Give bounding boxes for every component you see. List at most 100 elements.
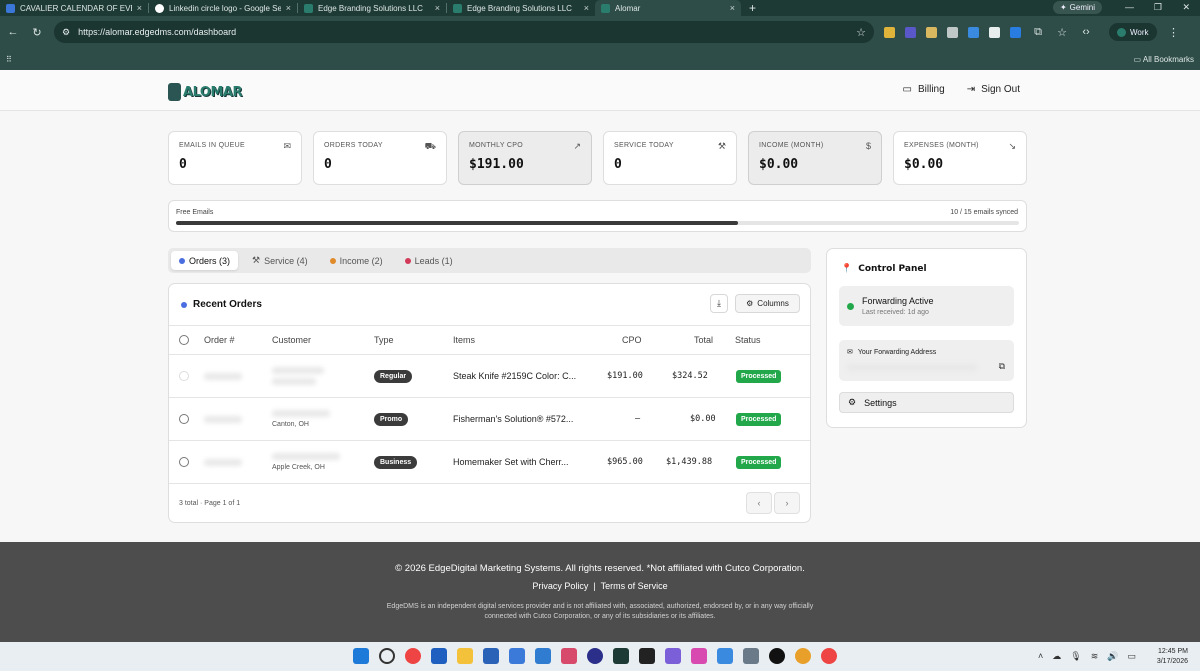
tab-leads[interactable]: Leads (1) <box>397 251 461 270</box>
reload-icon[interactable]: ↻ <box>30 26 44 39</box>
progress-fill <box>176 221 739 225</box>
table-row[interactable]: Apple Creek, OH Business Homemaker Set w… <box>169 441 810 484</box>
header-customer[interactable]: Customer <box>272 326 311 354</box>
battery-icon[interactable]: ▭ <box>1127 651 1136 662</box>
system-clock[interactable]: 12:45 PM 3/17/2026 <box>1157 647 1188 667</box>
row-select-radio[interactable] <box>179 371 189 381</box>
app-icon[interactable] <box>769 648 785 664</box>
store-icon[interactable] <box>483 648 499 664</box>
select-all-radio[interactable] <box>179 335 189 345</box>
header-cpo[interactable]: CPO <box>622 326 642 354</box>
calendar-icon[interactable] <box>509 648 525 664</box>
minimize-icon[interactable]: — <box>1125 2 1134 12</box>
billing-link[interactable]: ▭ Billing <box>903 84 945 95</box>
address-bar[interactable]: ⚙ https://alomar.edgedms.com/dashboard ☆ <box>54 21 874 43</box>
stat-card-emails: EMAILS IN QUEUE ✉ 0 <box>168 131 302 185</box>
extension-icon[interactable] <box>968 26 979 38</box>
extension-icon[interactable] <box>905 26 916 38</box>
tab-income[interactable]: Income (2) <box>322 251 391 270</box>
copy-icon[interactable]: ⧉ <box>999 361 1005 372</box>
browser-tab[interactable]: CAVALIER CALENDAR OF EVENTS× <box>0 0 148 16</box>
download-icon: ⤓ <box>717 298 721 308</box>
sign-out-link[interactable]: ⇥ Sign Out <box>967 84 1020 95</box>
header-total[interactable]: Total <box>694 326 713 354</box>
puzzle-icon[interactable]: ⧉ <box>1031 26 1045 39</box>
app-icon[interactable] <box>691 648 707 664</box>
chrome-icon[interactable] <box>821 648 837 664</box>
customer-name-redacted <box>272 453 340 460</box>
header-type[interactable]: Type <box>374 326 394 354</box>
header-items[interactable]: Items <box>453 326 475 354</box>
download-button[interactable]: ⤓ <box>710 294 728 313</box>
back-icon[interactable]: ← <box>6 26 20 38</box>
notepad-icon[interactable] <box>535 648 551 664</box>
star-icon[interactable]: ☆ <box>1055 26 1069 39</box>
header-order[interactable]: Order # <box>204 326 235 354</box>
close-icon[interactable]: × <box>137 3 142 13</box>
site-info-icon[interactable]: ⚙ <box>62 27 70 38</box>
profile-button[interactable]: Work <box>1109 23 1157 41</box>
search-icon[interactable] <box>379 648 395 664</box>
browser-tab-active[interactable]: Alomar × <box>595 0 741 16</box>
new-tab-button[interactable]: + <box>749 1 756 15</box>
app-icon[interactable] <box>665 648 681 664</box>
app-icon[interactable] <box>587 648 603 664</box>
settings-button[interactable]: ⚙ Settings <box>839 392 1014 413</box>
browser-tab[interactable]: Edge Branding Solutions LLC × <box>298 0 446 16</box>
wifi-icon[interactable]: ≋ <box>1091 651 1099 662</box>
file-explorer-icon[interactable] <box>457 648 473 664</box>
mic-icon[interactable]: 🎙 <box>1070 651 1081 662</box>
extension-icon[interactable] <box>989 26 1000 38</box>
header-status[interactable]: Status <box>735 326 761 354</box>
browser-tab[interactable]: Linkedin circle logo - Google Se × <box>149 0 297 16</box>
close-icon[interactable]: × <box>730 3 735 13</box>
apps-icon[interactable]: ⠿ <box>6 55 12 64</box>
devtools-icon[interactable]: ‹› <box>1079 26 1093 38</box>
chrome-icon[interactable] <box>405 648 421 664</box>
robot-logo-icon <box>168 83 182 101</box>
settings-icon[interactable] <box>743 648 759 664</box>
bookmark-star-icon[interactable]: ☆ <box>856 26 866 39</box>
chrome-icon[interactable] <box>795 648 811 664</box>
terms-link[interactable]: Terms of Service <box>601 581 668 591</box>
app-icon[interactable] <box>613 648 629 664</box>
privacy-policy-link[interactable]: Privacy Policy <box>532 581 588 591</box>
extension-icon[interactable] <box>926 26 937 38</box>
mail-icon: ✉ <box>847 349 853 356</box>
alomar-logo[interactable]: ALOMAR <box>168 80 242 104</box>
pin-icon: 📍 <box>841 264 853 274</box>
cloud-icon[interactable]: ☁ <box>1052 651 1061 662</box>
tab-service[interactable]: ⚒ Service (4) <box>244 251 316 270</box>
table-row[interactable]: Regular Steak Knife #2159C Color: C... $… <box>169 355 810 398</box>
menu-icon[interactable]: ⋮ <box>1167 26 1181 39</box>
app-icon[interactable] <box>717 648 733 664</box>
browser-tab[interactable]: Edge Branding Solutions LLC × <box>447 0 595 16</box>
maximize-icon[interactable]: ❐ <box>1154 2 1162 13</box>
table-header: Order # Customer Type Items CPO Total St… <box>169 325 810 355</box>
row-select-radio[interactable] <box>179 457 189 467</box>
close-icon[interactable]: × <box>584 3 589 13</box>
extension-icon[interactable] <box>1010 26 1021 38</box>
tab-orders[interactable]: Orders (3) <box>171 251 239 270</box>
next-page-button[interactable]: › <box>774 492 800 514</box>
app-icon[interactable] <box>639 648 655 664</box>
columns-button[interactable]: ⚙ Columns <box>735 294 800 313</box>
bookmarks-bar: ⠿ ▭ All Bookmarks <box>0 48 1200 70</box>
recent-orders-card: Recent Orders ⤓ ⚙ Columns Order # Custome… <box>168 283 811 523</box>
row-select-radio[interactable] <box>179 414 189 424</box>
customer-location-redacted <box>272 378 316 385</box>
app-icon[interactable] <box>561 648 577 664</box>
gemini-button[interactable]: ✦ Gemini <box>1052 1 1102 14</box>
close-icon[interactable]: × <box>286 3 291 13</box>
prev-page-button[interactable]: ‹ <box>746 492 772 514</box>
all-bookmarks[interactable]: ▭ All Bookmarks <box>1134 55 1194 64</box>
start-icon[interactable] <box>353 648 369 664</box>
extension-icon[interactable] <box>947 26 958 38</box>
table-row[interactable]: Canton, OH Promo Fisherman's Solution® #… <box>169 398 810 441</box>
chevron-up-icon[interactable]: ˄ <box>1038 651 1043 662</box>
outlook-icon[interactable] <box>431 648 447 664</box>
close-window-icon[interactable]: ✕ <box>1182 2 1190 13</box>
close-icon[interactable]: × <box>435 3 440 13</box>
extension-icon[interactable] <box>884 26 895 38</box>
volume-icon[interactable]: 🔊 <box>1107 651 1118 662</box>
